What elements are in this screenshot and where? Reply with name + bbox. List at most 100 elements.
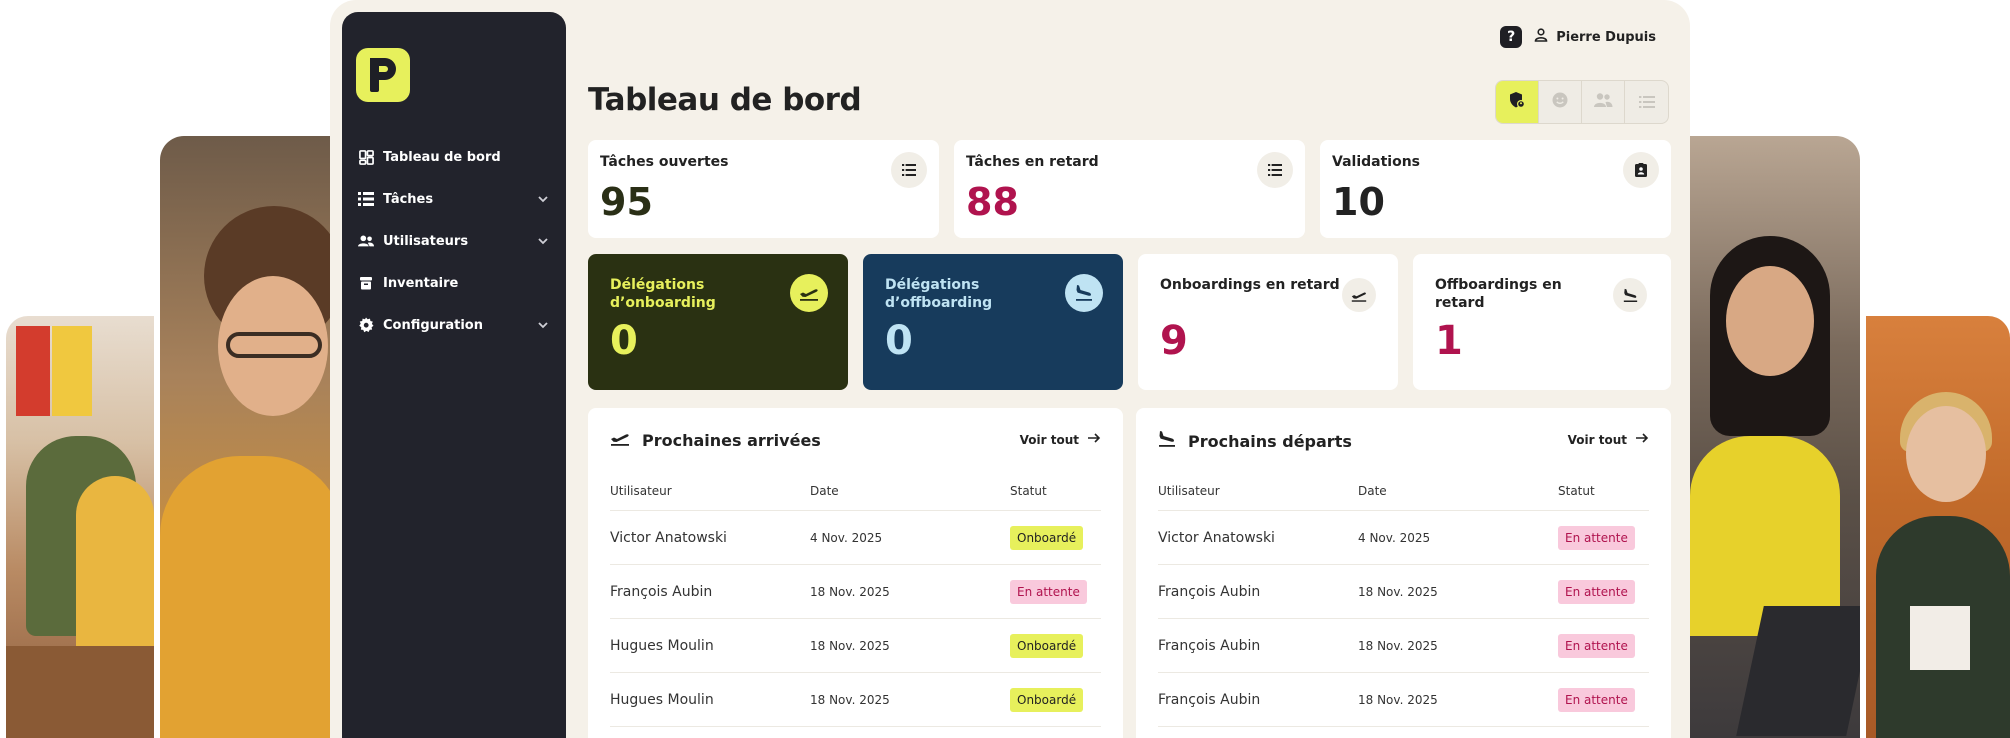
- delegation-label: Délégations d’onboarding: [610, 277, 716, 311]
- plane-landing-icon: [1065, 274, 1103, 312]
- view-employee-button[interactable]: [1539, 81, 1582, 123]
- stat-card-validations[interactable]: Validations 10: [1320, 140, 1671, 238]
- plane-landing-icon: [1613, 278, 1647, 312]
- help-button[interactable]: ?: [1500, 26, 1523, 48]
- arrow-right-icon: [1087, 432, 1101, 447]
- column-header-date: Date: [1358, 484, 1387, 498]
- sidebar-item-label: Configuration: [383, 317, 483, 333]
- status-badge: En attente: [1558, 525, 1635, 550]
- see-all-departures-link[interactable]: Voir tout: [1568, 432, 1649, 447]
- sidebar-item-label: Inventaire: [383, 275, 459, 291]
- cell-date: 4 Nov. 2025: [1358, 530, 1431, 545]
- chevron-down-icon[interactable]: [536, 192, 550, 206]
- background-photo-woman-laptop: [1690, 136, 1860, 738]
- view-admin-button[interactable]: [1496, 81, 1539, 123]
- sidebar-item-inventory[interactable]: Inventaire: [342, 262, 566, 304]
- table-row: [610, 726, 1101, 736]
- stat-value: 95: [600, 180, 653, 224]
- cell-date: 18 Nov. 2025: [810, 584, 890, 599]
- background-photo-smiling-man: [160, 136, 344, 738]
- cell-user: François Aubin: [1158, 691, 1261, 708]
- departures-rows: Victor Anatowski 4 Nov. 2025 En attente …: [1158, 510, 1649, 736]
- late-card-offboardings[interactable]: Offboardings en retard 1: [1413, 254, 1671, 390]
- panel-title: Prochaines arrivées: [642, 430, 821, 450]
- status-badge: Onboardé: [1010, 633, 1084, 658]
- cell-user: François Aubin: [610, 583, 713, 600]
- cell-date: 18 Nov. 2025: [810, 692, 890, 707]
- app-logo[interactable]: [356, 48, 410, 102]
- delegation-card-offboarding[interactable]: Délégations d’offboarding 0: [863, 254, 1123, 390]
- clipboard-user-icon: [1623, 152, 1659, 188]
- table-row[interactable]: François Aubin 18 Nov. 2025 En attente: [610, 564, 1101, 618]
- table-row[interactable]: François Aubin 18 Nov. 2025 En attente: [1158, 618, 1649, 672]
- sidebar-item-label: Tableau de bord: [383, 149, 501, 165]
- smiley-icon: [1551, 91, 1569, 113]
- stat-value: 10: [1332, 180, 1385, 224]
- cell-user: Hugues Moulin: [610, 691, 714, 708]
- see-all-label: Voir tout: [1567, 432, 1627, 447]
- view-manager-button[interactable]: [1582, 81, 1625, 123]
- users-icon: [358, 233, 374, 249]
- plane-landing-icon: [1158, 430, 1176, 452]
- sidebar-item-label: Utilisateurs: [383, 233, 469, 249]
- table-header: Utilisateur Date Statut: [1158, 484, 1649, 504]
- stat-card-late-tasks[interactable]: Tâches en retard 88: [954, 140, 1305, 238]
- user-icon: [1534, 28, 1548, 46]
- table-row[interactable]: Victor Anatowski 4 Nov. 2025 Onboardé: [610, 510, 1101, 564]
- late-value: 9: [1160, 318, 1188, 364]
- cell-user: Victor Anatowski: [1158, 529, 1275, 546]
- table-header: Utilisateur Date Statut: [610, 484, 1101, 504]
- panel-header: Prochains départs: [1158, 430, 1352, 452]
- sidebar-item-users[interactable]: Utilisateurs: [342, 220, 566, 262]
- late-card-onboardings[interactable]: Onboardings en retard 9: [1138, 254, 1398, 390]
- sidebar-item-configuration[interactable]: Configuration: [342, 304, 566, 346]
- cell-date: 18 Nov. 2025: [1358, 638, 1438, 653]
- status-badge: Onboardé: [1010, 687, 1084, 712]
- table-row[interactable]: François Aubin 18 Nov. 2025 En attente: [1158, 672, 1649, 726]
- plane-takeoff-icon: [1342, 278, 1376, 312]
- cell-date: 18 Nov. 2025: [1358, 692, 1438, 707]
- status-badge: Onboardé: [1010, 525, 1084, 550]
- chevron-down-icon[interactable]: [536, 318, 550, 332]
- top-bar: ? Pierre Dupuis: [1500, 26, 1656, 48]
- status-badge: En attente: [1558, 579, 1635, 604]
- panel-header: Prochaines arrivées: [610, 430, 821, 450]
- background-photo-smiling-woman: [1866, 316, 2010, 738]
- table-row[interactable]: Hugues Moulin 18 Nov. 2025 Onboardé: [610, 618, 1101, 672]
- status-badge: En attente: [1010, 579, 1087, 604]
- column-header-user: Utilisateur: [1158, 484, 1220, 498]
- cell-user: Victor Anatowski: [610, 529, 727, 546]
- page-title: Tableau de bord: [588, 82, 862, 118]
- delegation-label: Délégations d’offboarding: [885, 277, 993, 311]
- sidebar-nav: Tableau de bord Tâches Utilisateurs Inve…: [342, 136, 566, 346]
- chevron-down-icon[interactable]: [536, 234, 550, 248]
- cell-date: 4 Nov. 2025: [810, 530, 883, 545]
- view-switcher: [1495, 80, 1669, 124]
- sidebar-item-tasks[interactable]: Tâches: [342, 178, 566, 220]
- table-row: [1158, 726, 1649, 736]
- sidebar-item-dashboard[interactable]: Tableau de bord: [342, 136, 566, 178]
- stat-label: Tâches en retard: [966, 154, 1099, 170]
- stat-card-open-tasks[interactable]: Tâches ouvertes 95: [588, 140, 939, 238]
- table-row[interactable]: François Aubin 18 Nov. 2025 En attente: [1158, 564, 1649, 618]
- gear-icon: [358, 317, 374, 333]
- see-all-arrivals-link[interactable]: Voir tout: [1020, 432, 1101, 447]
- arrow-right-icon: [1635, 432, 1649, 447]
- list-icon: [1257, 152, 1293, 188]
- table-row[interactable]: Hugues Moulin 18 Nov. 2025 Onboardé: [610, 672, 1101, 726]
- delegation-card-onboarding[interactable]: Délégations d’onboarding 0: [588, 254, 848, 390]
- user-name: Pierre Dupuis: [1556, 29, 1656, 45]
- status-badge: En attente: [1558, 633, 1635, 658]
- cell-date: 18 Nov. 2025: [810, 638, 890, 653]
- list-icon: [891, 152, 927, 188]
- group-icon: [1593, 92, 1613, 112]
- delegation-value: 0: [885, 318, 913, 364]
- arrivals-rows: Victor Anatowski 4 Nov. 2025 Onboardé Fr…: [610, 510, 1101, 736]
- column-header-status: Statut: [1558, 484, 1595, 498]
- user-menu[interactable]: Pierre Dupuis: [1534, 28, 1656, 46]
- see-all-label: Voir tout: [1019, 432, 1079, 447]
- table-row[interactable]: Victor Anatowski 4 Nov. 2025 En attente: [1158, 510, 1649, 564]
- view-list-button[interactable]: [1625, 81, 1668, 123]
- cell-user: François Aubin: [1158, 583, 1261, 600]
- departures-panel: Prochains départs Voir tout Utilisateur …: [1136, 408, 1671, 738]
